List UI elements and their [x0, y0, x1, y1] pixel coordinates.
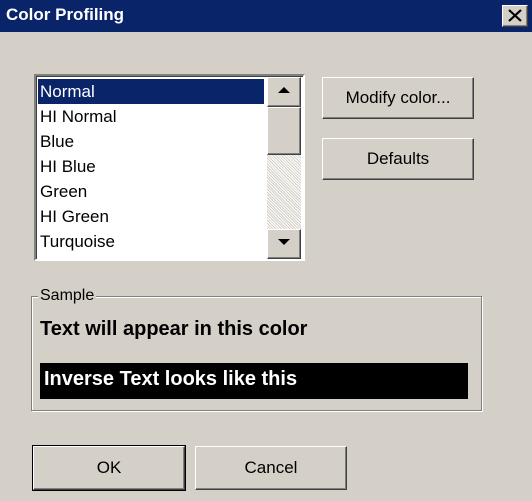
- list-item[interactable]: Normal: [38, 79, 264, 104]
- title-bar: Color Profiling: [0, 0, 532, 32]
- vertical-scrollbar[interactable]: [267, 77, 301, 259]
- scroll-up-button[interactable]: [267, 77, 301, 107]
- inverse-sample-box: Inverse Text looks like this: [40, 363, 468, 399]
- ok-button[interactable]: OK: [32, 445, 186, 491]
- modify-color-button[interactable]: Modify color...: [322, 77, 474, 119]
- list-item[interactable]: Blue: [38, 129, 264, 154]
- scroll-down-button[interactable]: [267, 229, 301, 259]
- arrow-up-icon: [278, 87, 290, 93]
- color-listbox[interactable]: Normal HI Normal Blue HI Blue Green HI G…: [34, 74, 305, 261]
- scroll-thumb[interactable]: [267, 107, 301, 155]
- cancel-button[interactable]: Cancel: [195, 446, 347, 490]
- list-item[interactable]: HI Green: [38, 204, 264, 229]
- list-item[interactable]: HI Normal: [38, 104, 264, 129]
- inverse-sample-text: Inverse Text looks like this: [44, 368, 298, 390]
- defaults-button[interactable]: Defaults: [322, 138, 474, 180]
- sample-text: Text will appear in this color: [40, 318, 308, 340]
- list-item[interactable]: Turquoise: [38, 229, 264, 254]
- close-icon: [508, 9, 522, 22]
- arrow-down-icon: [278, 239, 290, 245]
- list-item[interactable]: HI Blue: [38, 154, 264, 179]
- color-list: Normal HI Normal Blue HI Blue Green HI G…: [38, 79, 264, 254]
- list-item[interactable]: Green: [38, 179, 264, 204]
- close-button[interactable]: [502, 5, 528, 27]
- window-title: Color Profiling: [6, 5, 125, 24]
- sample-group-label: Sample: [38, 287, 97, 305]
